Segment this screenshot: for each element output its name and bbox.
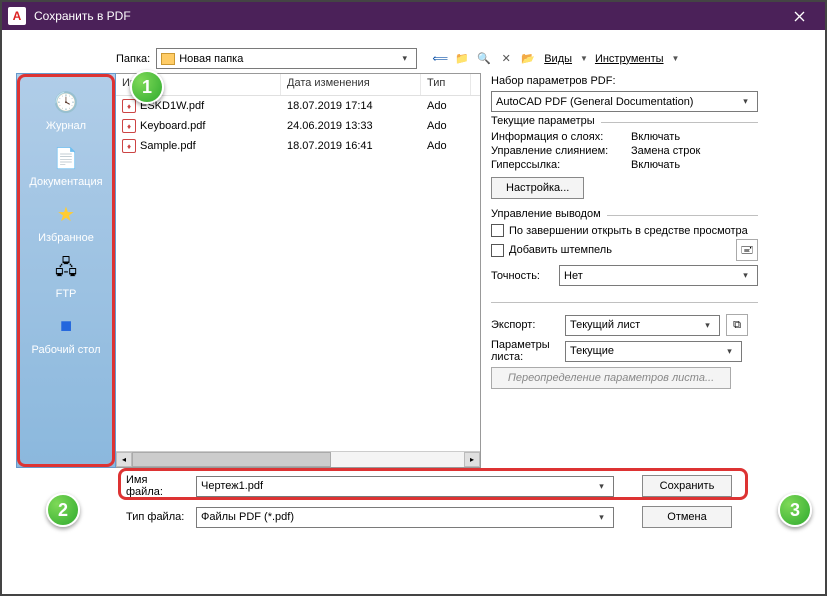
sidebar-item-history[interactable]: 🕓 Журнал [21, 82, 111, 136]
preset-label: Набор параметров PDF: [491, 75, 758, 87]
pdf-icon: ♦ [122, 139, 136, 153]
output-title: Управление выводом [491, 208, 607, 220]
app-icon: A [8, 7, 26, 25]
chevron-down-icon: ▾ [700, 320, 715, 331]
chevron-down-icon: ▾ [594, 512, 609, 523]
favorites-icon: ★ [50, 198, 82, 230]
stamp-settings-button[interactable]: 🖃 [736, 239, 758, 261]
stamp-checkbox[interactable] [491, 244, 504, 257]
folder-label: Папка: [116, 53, 150, 65]
sidebar-item-favorites[interactable]: ★ Избранное [21, 194, 111, 248]
folder-value: Новая папка [179, 53, 397, 65]
open-after-label: По завершении открыть в средстве просмот… [509, 225, 748, 237]
delete-icon[interactable]: ✕ [497, 50, 515, 68]
scroll-right-icon[interactable]: ▸ [464, 452, 480, 467]
file-list: Имя Дата изменения Тип ♦ESKD1W.pdf 18.07… [116, 73, 481, 468]
chevron-down-icon: ▾ [722, 346, 737, 357]
file-row[interactable]: ♦Keyboard.pdf 24.06.2019 13:33 Ado [116, 116, 480, 136]
new-folder-icon[interactable]: 📂 [519, 50, 537, 68]
annotation-1: 1 [130, 70, 164, 104]
sidebar-item-ftp[interactable]: 🖧 FTP [21, 250, 111, 304]
annotation-2: 2 [46, 493, 80, 527]
pdf-icon: ♦ [122, 99, 136, 113]
save-button[interactable]: Сохранить [642, 475, 732, 497]
pdf-icon: ♦ [122, 119, 136, 133]
current-params-title: Текущие параметры [491, 115, 601, 127]
open-after-checkbox[interactable] [491, 224, 504, 237]
views-menu[interactable]: Виды [541, 53, 575, 65]
export-combo[interactable]: Текущий лист ▾ [565, 315, 720, 336]
back-icon[interactable]: ⟸ [431, 50, 449, 68]
documents-icon: 📄 [50, 142, 82, 174]
column-date[interactable]: Дата изменения [281, 74, 421, 95]
file-row[interactable]: ♦Sample.pdf 18.07.2019 16:41 Ado [116, 136, 480, 156]
filetype-combo[interactable]: Файлы PDF (*.pdf) ▾ [196, 507, 614, 528]
sheet-params-label: Параметры листа: [491, 339, 559, 363]
annotation-3: 3 [778, 493, 812, 527]
filename-label: Имя файла: [126, 474, 186, 498]
chevron-down-icon: ▾ [594, 481, 609, 492]
search-icon[interactable]: 🔍 [475, 50, 493, 68]
desktop-icon: ■ [50, 310, 82, 342]
sidebar-item-desktop[interactable]: ■ Рабочий стол [21, 306, 111, 360]
titlebar: A Сохранить в PDF [2, 2, 825, 30]
options-panel: Набор параметров PDF: AutoCAD PDF (Gener… [481, 73, 766, 468]
history-icon: 🕓 [50, 86, 82, 118]
file-row[interactable]: ♦ESKD1W.pdf 18.07.2019 17:14 Ado [116, 96, 480, 116]
up-folder-icon[interactable]: 📁 [453, 50, 471, 68]
close-button[interactable] [779, 2, 819, 30]
filename-input[interactable]: ▾ [196, 476, 614, 497]
stamp-label: Добавить штемпель [509, 244, 612, 256]
filetype-label: Тип файла: [126, 511, 186, 523]
settings-button[interactable]: Настройка... [491, 177, 584, 199]
toolbar: ⟸ 📁 🔍 ✕ 📂 Виды▼ Инструменты▼ [431, 50, 679, 68]
scroll-left-icon[interactable]: ◂ [116, 452, 132, 467]
chevron-down-icon: ▾ [738, 270, 753, 281]
places-sidebar: 🕓 Журнал 📄 Документация ★ Избранное 🖧 FT… [16, 73, 116, 468]
folder-combo[interactable]: Новая папка ▾ [156, 48, 417, 69]
folder-icon [161, 53, 175, 65]
preset-combo[interactable]: AutoCAD PDF (General Documentation) ▾ [491, 91, 758, 112]
export-window-button[interactable]: ⧉ [726, 314, 748, 336]
column-type[interactable]: Тип [421, 74, 471, 95]
cancel-button[interactable]: Отмена [642, 506, 732, 528]
precision-combo[interactable]: Нет ▾ [559, 265, 758, 286]
window-title: Сохранить в PDF [34, 9, 779, 23]
export-label: Экспорт: [491, 319, 559, 331]
chevron-down-icon: ▾ [738, 96, 753, 107]
override-button: Переопределение параметров листа... [491, 367, 731, 389]
list-header: Имя Дата изменения Тип [116, 74, 480, 96]
precision-label: Точность: [491, 270, 551, 282]
chevron-down-icon: ▾ [397, 53, 412, 64]
tools-menu[interactable]: Инструменты [592, 53, 667, 65]
ftp-icon: 🖧 [50, 254, 82, 286]
sidebar-item-documents[interactable]: 📄 Документация [21, 138, 111, 192]
horizontal-scrollbar[interactable]: ◂ ▸ [116, 451, 480, 467]
sheet-params-combo[interactable]: Текущие ▾ [565, 341, 742, 362]
